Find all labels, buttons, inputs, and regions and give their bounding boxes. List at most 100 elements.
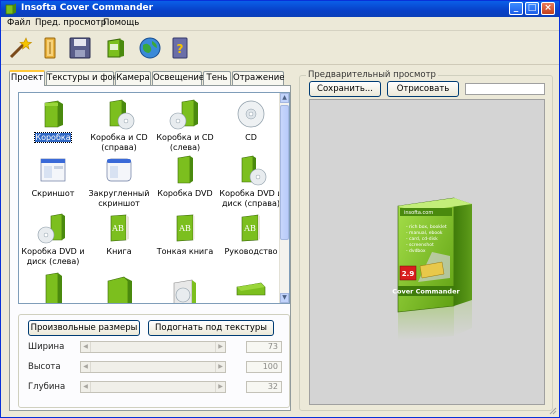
template-item[interactable]: Закругленный скриншот (87, 153, 151, 209)
box-version-badge: 2.9 (402, 270, 415, 278)
template-item[interactable]: Скриншот (21, 153, 85, 199)
book-icon: AB (110, 214, 129, 242)
scroll-up-icon[interactable]: ▲ (280, 93, 289, 103)
depth-label: Глубина (28, 382, 66, 392)
height-slider[interactable]: ◀ ▶ (80, 361, 226, 373)
slider-left-icon[interactable]: ◀ (81, 382, 91, 392)
open-folder-icon[interactable] (37, 35, 63, 61)
tall-box-icon (45, 272, 62, 303)
width-slider[interactable]: ◀ ▶ (80, 341, 226, 353)
template-label: Закругленный скриншот (88, 189, 150, 208)
template-label: Коробка DVD и диск (слева) (21, 247, 85, 266)
save-preview-button[interactable]: Сохранить... (309, 81, 381, 97)
template-label: Коробка DVD и диск (справа) (219, 189, 283, 208)
cd-icon (237, 100, 265, 128)
scroll-down-icon[interactable]: ▼ (280, 293, 289, 303)
render-progress-field (465, 83, 545, 95)
gallery-scrollbar[interactable]: ▲ ▼ (279, 93, 289, 303)
rounded-screenshot-icon (106, 158, 132, 182)
template-item[interactable] (153, 271, 217, 303)
height-field[interactable]: 100 (246, 361, 282, 373)
box-bullet: - card, cd-disk (406, 236, 438, 242)
template-label: Коробка DVD (157, 189, 213, 198)
template-item[interactable]: Коробка (21, 97, 85, 143)
dvd-box-icon (177, 155, 193, 184)
template-label: Коробка и CD (слева) (156, 133, 214, 152)
tab-lighting[interactable]: Освещение (152, 71, 204, 85)
project-panel: Коробка Коробка и CD (справа) Коробка и … (9, 85, 291, 411)
tab-shadow[interactable]: Тень (203, 71, 231, 85)
box-bullet: - dvdbox (406, 248, 426, 254)
flat-box-icon (236, 282, 266, 296)
maximize-button[interactable]: □ (525, 2, 539, 15)
template-label: Тонкая книга (156, 247, 214, 256)
slider-left-icon[interactable]: ◀ (81, 362, 91, 372)
box-site-text: insofta.com (404, 210, 433, 216)
template-label: Книга (106, 247, 132, 256)
thin-book-icon: AB (176, 214, 195, 242)
menu-bar: Файл Пред. просмотр Помощь (1, 17, 559, 31)
slider-left-icon[interactable]: ◀ (81, 342, 91, 352)
box-product-name: Cover Commander (392, 288, 460, 296)
svg-text:AB: AB (178, 224, 191, 233)
template-item[interactable]: AB Тонкая книга (153, 211, 217, 257)
template-item[interactable] (219, 271, 283, 303)
close-button[interactable]: × (541, 2, 555, 15)
template-item[interactable]: AB Руководство (219, 211, 283, 257)
cd-case-icon (173, 279, 196, 303)
export-icon[interactable] (103, 35, 129, 61)
template-gallery: Коробка Коробка и CD (справа) Коробка и … (18, 92, 290, 304)
slider-right-icon[interactable]: ▶ (215, 342, 225, 352)
screenshot-icon (40, 158, 66, 182)
template-item[interactable]: CD (219, 97, 283, 143)
window-title: Insofta Cover Commander (21, 3, 154, 13)
template-item[interactable] (87, 271, 151, 303)
magic-wand-icon[interactable] (7, 35, 33, 61)
dvd-box-disc-left-icon (37, 213, 65, 244)
template-item[interactable]: Коробка и CD (справа) (87, 97, 151, 153)
template-item[interactable] (21, 271, 85, 303)
dvd-box-disc-right-icon (241, 155, 267, 186)
template-item[interactable]: Коробка и CD (слева) (153, 97, 217, 153)
menu-file[interactable]: Файл (7, 18, 30, 28)
tab-textures[interactable]: Текстуры и фон (46, 71, 118, 85)
box-cd-left-icon (169, 99, 198, 130)
angled-box-icon (107, 276, 132, 303)
tab-reflection[interactable]: Отражение (232, 71, 284, 85)
svg-text:AB: AB (243, 224, 256, 233)
template-item[interactable]: AB Книга (87, 211, 151, 257)
template-label: CD (245, 133, 257, 142)
help-book-icon[interactable]: ? (167, 35, 193, 61)
svg-text:?: ? (177, 42, 184, 56)
app-icon (5, 3, 16, 15)
preview-canvas: insofta.com - rich box, booklet - manual… (309, 99, 545, 405)
slider-right-icon[interactable]: ▶ (215, 382, 225, 392)
custom-size-button[interactable]: Произвольные размеры (28, 320, 140, 336)
tab-camera[interactable]: Камера (115, 71, 151, 85)
app-window: Insofta Cover Commander _ □ × Файл Пред.… (0, 0, 560, 418)
title-bar[interactable]: Insofta Cover Commander _ □ × (1, 1, 559, 17)
template-label: Руководство (224, 247, 278, 256)
render-button[interactable]: Отрисовать (387, 81, 459, 97)
template-item[interactable]: Коробка DVD и диск (справа) (219, 153, 283, 209)
box-bullet: - manual, ebook (406, 230, 443, 236)
minimize-button[interactable]: _ (509, 2, 523, 15)
fit-textures-button[interactable]: Подогнать под текстуры (148, 320, 274, 336)
slider-right-icon[interactable]: ▶ (215, 362, 225, 372)
depth-field[interactable]: 32 (246, 381, 282, 393)
tab-project[interactable]: Проект (9, 70, 45, 86)
menu-preview[interactable]: Пред. просмотр (35, 18, 106, 28)
width-field[interactable]: 73 (246, 341, 282, 353)
manual-icon: AB (241, 214, 260, 242)
scroll-thumb[interactable] (280, 105, 289, 240)
menu-help[interactable]: Помощь (103, 18, 139, 28)
resize-grip-icon[interactable] (547, 405, 557, 415)
web-globe-icon[interactable] (137, 35, 163, 61)
depth-slider[interactable]: ◀ ▶ (80, 381, 226, 393)
save-disk-icon[interactable] (67, 35, 93, 61)
preview-group-title: Предварительный просмотр (306, 70, 438, 80)
toolbar: ? (1, 31, 559, 65)
template-item[interactable]: Коробка DVD (153, 153, 217, 199)
template-item[interactable]: Коробка DVD и диск (слева) (21, 211, 85, 267)
box-bullet: - screenshot (406, 242, 434, 248)
